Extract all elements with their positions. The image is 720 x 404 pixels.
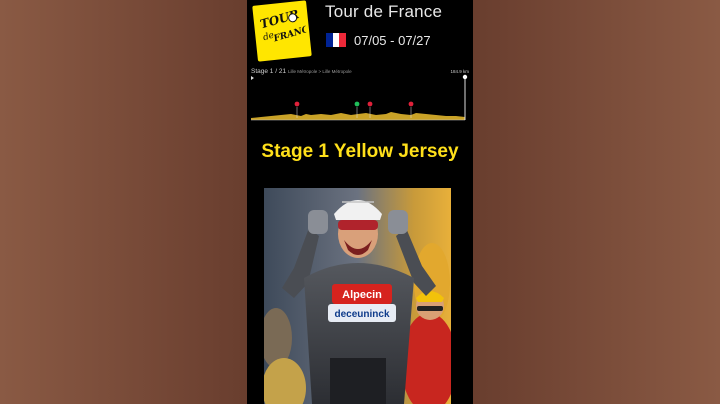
jersey-brand-bottom: deceuninck bbox=[334, 309, 389, 320]
race-dates: 07/05 - 07/27 bbox=[354, 33, 431, 48]
finish-marker bbox=[462, 74, 468, 80]
race-title: Tour de France bbox=[325, 2, 443, 21]
winner-celebration-image: Alpecin deceuninck bbox=[264, 188, 451, 404]
france-flag-icon bbox=[326, 33, 347, 47]
climb-marker-icon bbox=[367, 101, 373, 107]
rider-photo: Alpecin deceuninck bbox=[264, 188, 451, 404]
climb-marker-icon bbox=[294, 101, 300, 107]
jersey-brand-top: Alpecin bbox=[342, 289, 382, 301]
elevation-profile bbox=[251, 112, 465, 120]
video-panel: TOUR de FRANCE Tour de France 07/05 - 07… bbox=[247, 0, 473, 404]
start-marker bbox=[251, 76, 254, 80]
tour-de-france-logo: TOUR de FRANCE bbox=[252, 0, 312, 62]
stage-profile-chart bbox=[251, 74, 468, 121]
video-headline: Stage 1 Yellow Jersey bbox=[261, 141, 459, 162]
tdf-logo-icon: TOUR de FRANCE bbox=[258, 7, 308, 45]
sprint-marker-icon bbox=[354, 101, 360, 107]
climb-marker-icon bbox=[408, 101, 414, 107]
